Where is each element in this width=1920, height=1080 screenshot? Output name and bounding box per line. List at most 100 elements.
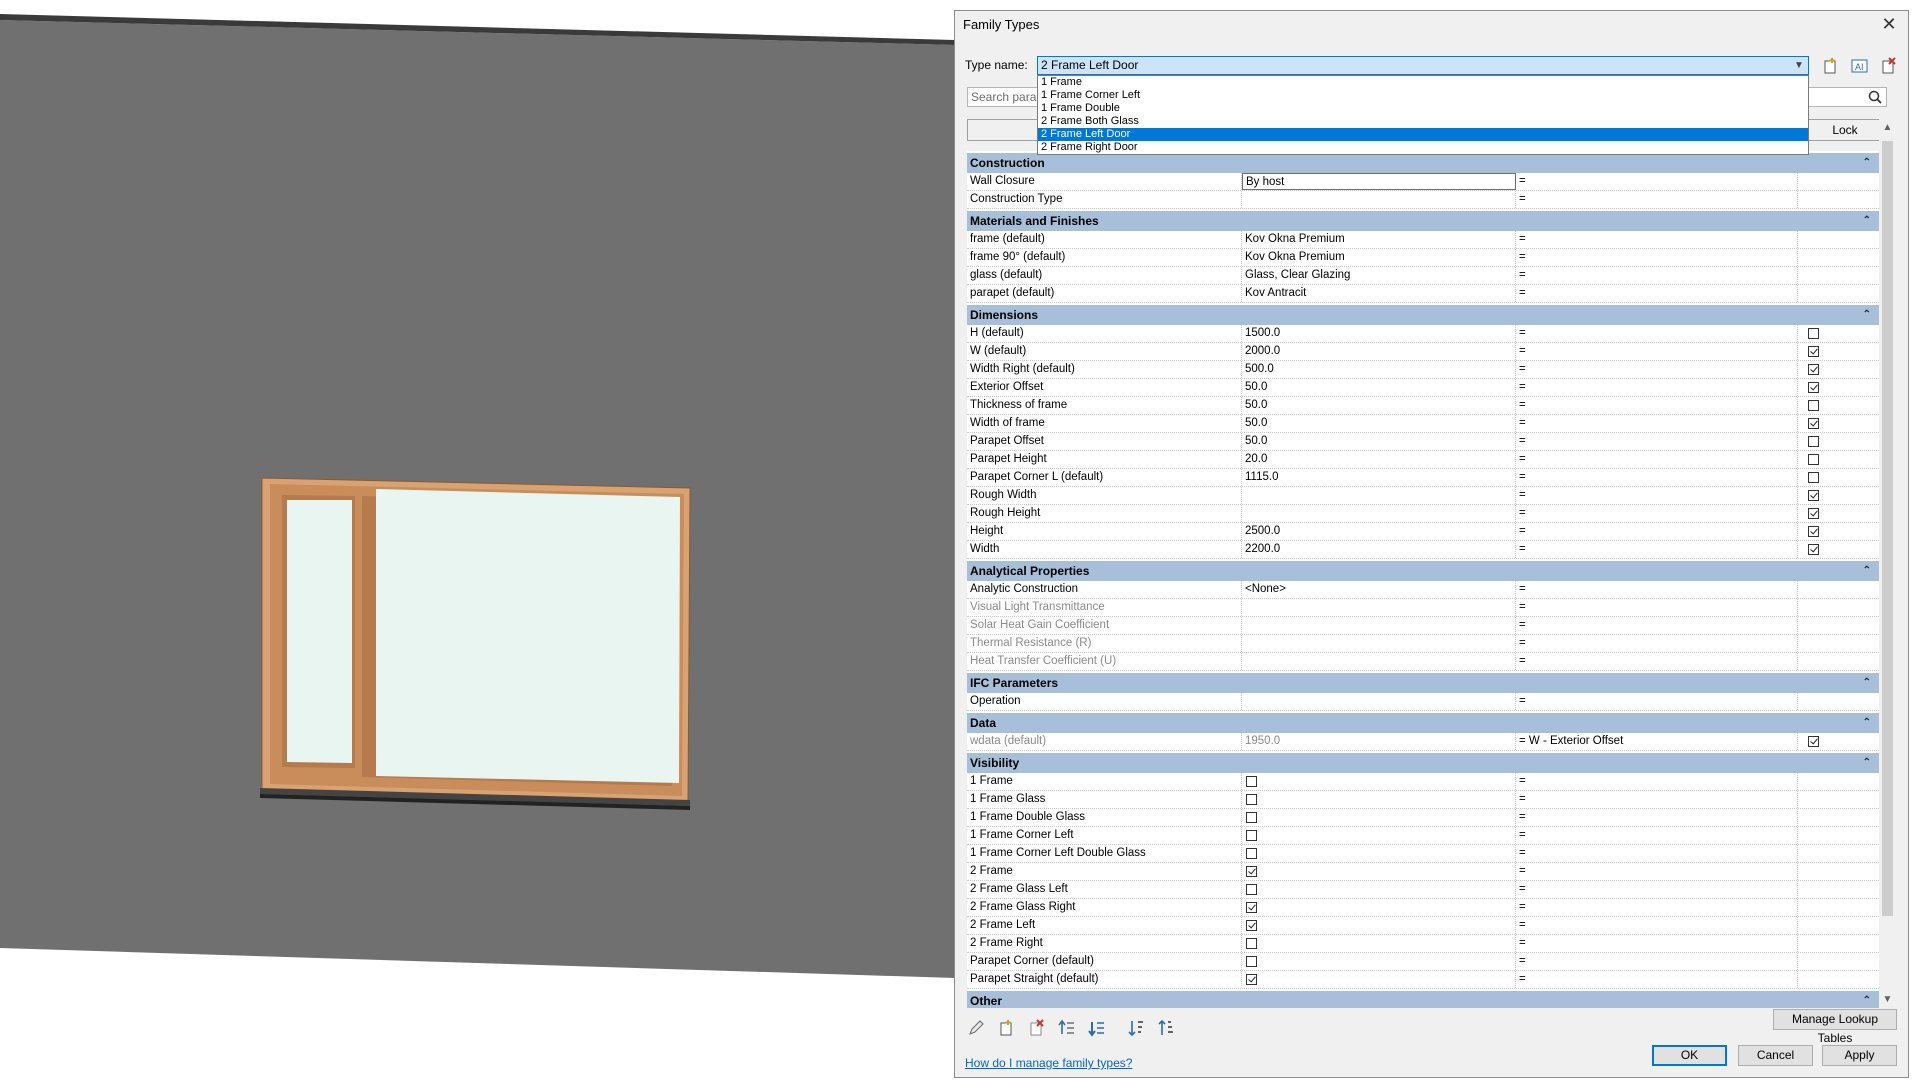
parameter-value[interactable] bbox=[1242, 827, 1516, 844]
parameter-value[interactable]: <None> bbox=[1242, 581, 1516, 598]
parameter-lock-cell[interactable] bbox=[1798, 733, 1879, 750]
parameter-row[interactable]: Width of frame 50.0 = bbox=[967, 415, 1879, 433]
lock-checkbox[interactable] bbox=[1808, 418, 1819, 429]
parameter-value[interactable]: 50.0 bbox=[1242, 433, 1516, 450]
parameter-formula[interactable]: = bbox=[1516, 361, 1798, 378]
scroll-up-icon[interactable]: ▲ bbox=[1879, 119, 1896, 136]
parameter-value[interactable]: 50.0 bbox=[1242, 379, 1516, 396]
parameter-row[interactable]: Wall Closure By host = bbox=[967, 173, 1879, 191]
parameter-row[interactable]: Analytic Construction <None> = bbox=[967, 581, 1879, 599]
parameter-value[interactable]: 50.0 bbox=[1242, 415, 1516, 432]
type-name-dropdown-list[interactable]: 1 Frame 1 Frame Corner Left 1 Frame Double… bbox=[1037, 75, 1809, 155]
parameter-value[interactable] bbox=[1242, 617, 1516, 634]
parameter-value[interactable] bbox=[1242, 881, 1516, 898]
parameter-value[interactable]: Kov Okna Premium bbox=[1242, 231, 1516, 248]
lock-checkbox[interactable] bbox=[1808, 526, 1819, 537]
parameter-lock-cell[interactable] bbox=[1798, 845, 1879, 862]
parameter-lock-cell[interactable] bbox=[1798, 881, 1879, 898]
parameter-formula[interactable]: = bbox=[1516, 523, 1798, 540]
parameter-lock-cell[interactable] bbox=[1798, 917, 1879, 934]
parameter-value[interactable]: 2200.0 bbox=[1242, 541, 1516, 558]
chevron-down-icon[interactable]: ▼ bbox=[1792, 57, 1806, 74]
lock-checkbox[interactable] bbox=[1808, 382, 1819, 393]
parameter-value[interactable] bbox=[1242, 917, 1516, 934]
ok-button[interactable]: OK bbox=[1652, 1045, 1727, 1066]
parameter-lock-cell[interactable] bbox=[1798, 617, 1879, 634]
parameter-lock-cell[interactable] bbox=[1798, 173, 1879, 190]
parameter-formula[interactable]: = bbox=[1516, 693, 1798, 710]
parameter-value[interactable]: Glass, Clear Glazing bbox=[1242, 267, 1516, 284]
parameter-lock-cell[interactable] bbox=[1798, 693, 1879, 710]
visibility-checkbox[interactable] bbox=[1246, 938, 1257, 949]
dropdown-option[interactable]: 2 Frame Both Glass bbox=[1038, 115, 1808, 128]
collapse-icon[interactable]: ⌃ bbox=[1863, 991, 1871, 1008]
parameter-formula[interactable]: = bbox=[1516, 773, 1798, 790]
dropdown-option[interactable]: 1 Frame Double bbox=[1038, 102, 1808, 115]
parameter-formula[interactable]: = bbox=[1516, 635, 1798, 652]
parameter-value[interactable] bbox=[1242, 487, 1516, 504]
parameter-formula[interactable]: = bbox=[1516, 899, 1798, 916]
type-name-combobox[interactable]: 2 Frame Left Door ▼ bbox=[1037, 56, 1809, 75]
parameter-row[interactable]: H (default) 1500.0 = bbox=[967, 325, 1879, 343]
parameter-formula[interactable]: = bbox=[1516, 809, 1798, 826]
manage-lookup-tables-button[interactable]: Manage Lookup Tables bbox=[1773, 1009, 1897, 1045]
parameter-lock-cell[interactable] bbox=[1798, 599, 1879, 616]
scrollbar-thumb[interactable] bbox=[1882, 141, 1893, 916]
parameter-formula[interactable]: = bbox=[1516, 249, 1798, 266]
parameter-row[interactable]: Thermal Resistance (R) = bbox=[967, 635, 1879, 653]
parameter-row[interactable]: Heat Transfer Coefficient (U) = bbox=[967, 653, 1879, 671]
collapse-icon[interactable]: ⌃ bbox=[1863, 673, 1871, 693]
lock-checkbox[interactable] bbox=[1808, 544, 1819, 555]
parameter-lock-cell[interactable] bbox=[1798, 773, 1879, 790]
parameter-row[interactable]: Height 2500.0 = bbox=[967, 523, 1879, 541]
parameter-lock-cell[interactable] bbox=[1798, 635, 1879, 652]
visibility-checkbox[interactable] bbox=[1246, 920, 1257, 931]
lock-checkbox[interactable] bbox=[1808, 436, 1819, 447]
parameter-value[interactable] bbox=[1242, 899, 1516, 916]
parameter-value[interactable]: 500.0 bbox=[1242, 361, 1516, 378]
group-header[interactable]: Materials and Finishes ⌃ bbox=[967, 211, 1879, 231]
parameter-row[interactable]: 2 Frame Glass Left = bbox=[967, 881, 1879, 899]
delete-type-icon[interactable] bbox=[1879, 57, 1899, 75]
parameter-formula[interactable]: = bbox=[1516, 415, 1798, 432]
search-icon[interactable] bbox=[1868, 90, 1882, 109]
parameter-row[interactable]: Rough Width = bbox=[967, 487, 1879, 505]
group-header[interactable]: IFC Parameters ⌃ bbox=[967, 673, 1879, 693]
parameter-row[interactable]: 2 Frame Right = bbox=[967, 935, 1879, 953]
parameter-row[interactable]: frame (default) Kov Okna Premium = bbox=[967, 231, 1879, 249]
sort-descending-icon[interactable] bbox=[1157, 1019, 1177, 1037]
parameter-value[interactable] bbox=[1242, 791, 1516, 808]
parameter-row[interactable]: 1 Frame Glass = bbox=[967, 791, 1879, 809]
parameter-formula[interactable]: = bbox=[1516, 191, 1798, 208]
parameter-value[interactable]: Kov Okna Premium bbox=[1242, 249, 1516, 266]
lock-checkbox[interactable] bbox=[1808, 490, 1819, 501]
apply-button[interactable]: Apply bbox=[1822, 1045, 1897, 1066]
parameter-value[interactable] bbox=[1242, 845, 1516, 862]
parameter-row[interactable]: W (default) 2000.0 = bbox=[967, 343, 1879, 361]
parameter-row[interactable]: 2 Frame Glass Right = bbox=[967, 899, 1879, 917]
parameter-value[interactable] bbox=[1242, 693, 1516, 710]
lock-checkbox[interactable] bbox=[1808, 736, 1819, 747]
close-icon[interactable]: ✕ bbox=[1878, 13, 1900, 35]
parameter-value[interactable] bbox=[1242, 505, 1516, 522]
move-up-icon[interactable] bbox=[1057, 1019, 1077, 1037]
parameter-row[interactable]: Parapet Corner L (default) 1115.0 = bbox=[967, 469, 1879, 487]
sort-ascending-icon[interactable] bbox=[1127, 1019, 1147, 1037]
parameter-lock-cell[interactable] bbox=[1798, 231, 1879, 248]
help-link[interactable]: How do I manage family types? bbox=[965, 1056, 1132, 1070]
parameter-value[interactable]: 2500.0 bbox=[1242, 523, 1516, 540]
parameter-formula[interactable]: = bbox=[1516, 971, 1798, 988]
parameter-row[interactable]: 2 Frame = bbox=[967, 863, 1879, 881]
parameter-value[interactable]: By host bbox=[1242, 173, 1516, 190]
new-parameter-icon[interactable] bbox=[997, 1019, 1017, 1037]
group-header[interactable]: Analytical Properties ⌃ bbox=[967, 561, 1879, 581]
parameter-row[interactable]: 2 Frame Left = bbox=[967, 917, 1879, 935]
parameter-lock-cell[interactable] bbox=[1798, 505, 1879, 522]
parameter-lock-cell[interactable] bbox=[1798, 863, 1879, 880]
parameter-row[interactable]: 1 Frame = bbox=[967, 773, 1879, 791]
parameter-row[interactable]: Parapet Offset 50.0 = bbox=[967, 433, 1879, 451]
visibility-checkbox[interactable] bbox=[1246, 974, 1257, 985]
parameter-row[interactable]: wdata (default) 1950.0 = W - Exterior Offs… bbox=[967, 733, 1879, 751]
new-type-icon[interactable] bbox=[1821, 57, 1841, 75]
parameter-lock-cell[interactable] bbox=[1798, 267, 1879, 284]
